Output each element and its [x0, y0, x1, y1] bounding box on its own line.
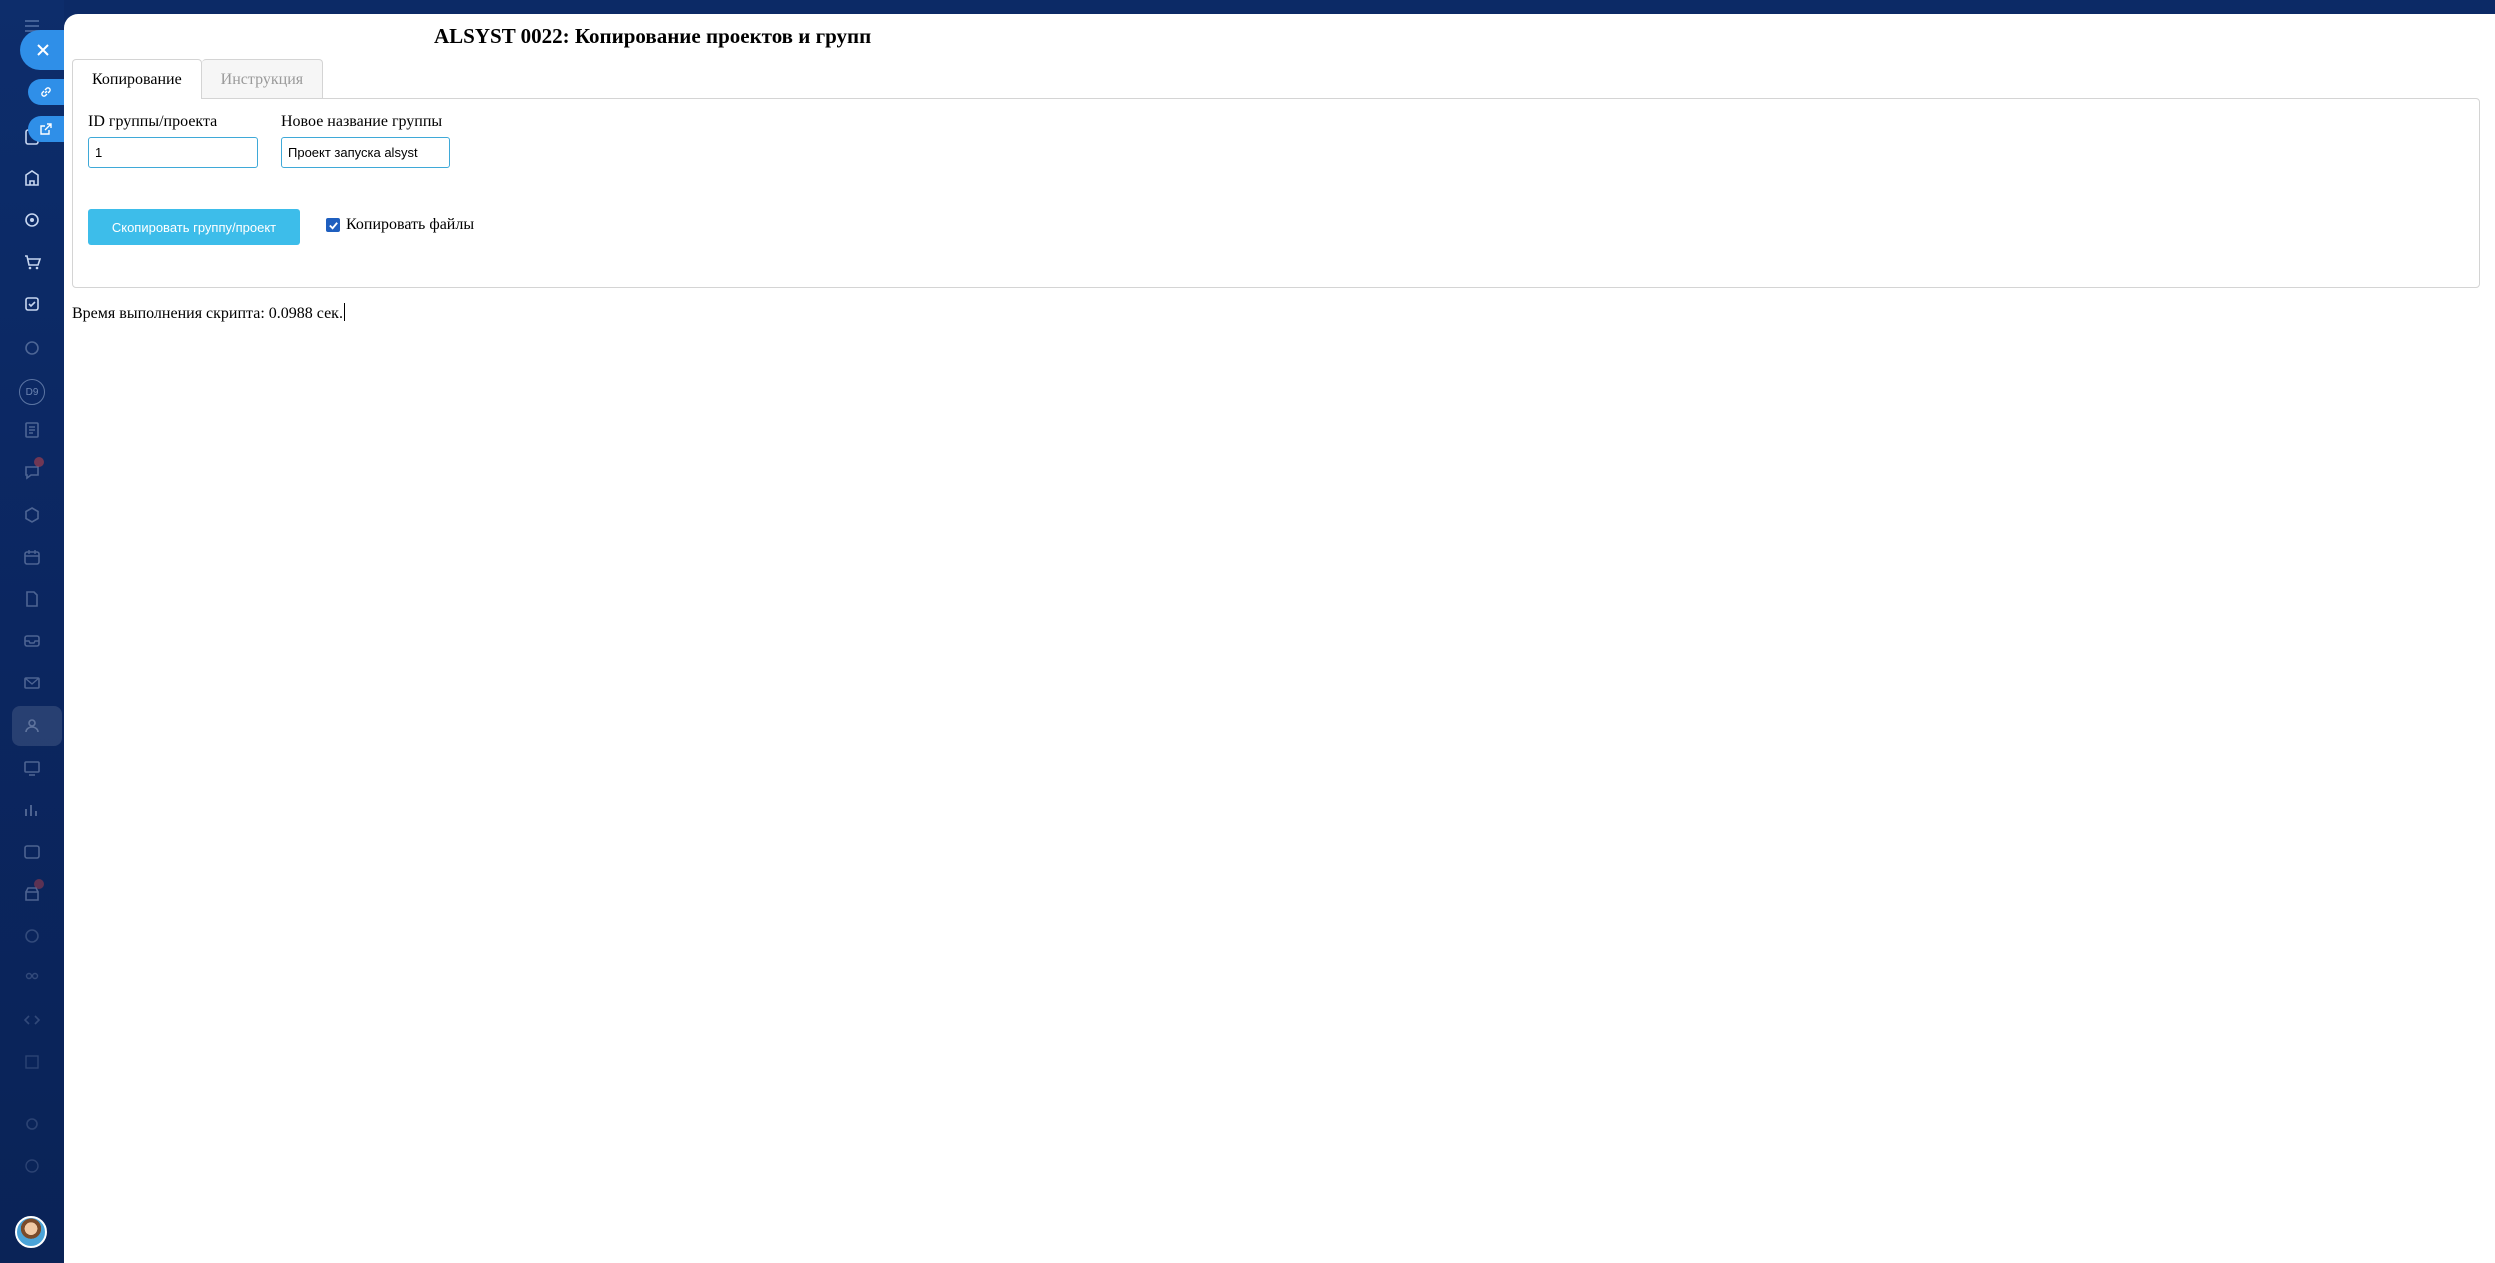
group-id-input[interactable]: [88, 137, 258, 168]
external-link-icon: [40, 123, 52, 135]
d9-badge-icon[interactable]: D9: [19, 379, 45, 405]
user-avatar[interactable]: [15, 1216, 47, 1248]
inbox-icon[interactable]: [20, 629, 44, 653]
news-icon[interactable]: [20, 418, 44, 442]
hexagon-icon[interactable]: [20, 503, 44, 527]
new-name-field: Новое название группы: [281, 113, 450, 168]
tab-bar: Копирование Инструкция: [72, 59, 324, 99]
add-icon[interactable]: [20, 1154, 44, 1178]
left-sidebar: D9: [0, 0, 64, 1263]
copy-link-button[interactable]: [28, 79, 64, 105]
shop-badge: [34, 879, 44, 889]
grid-icon[interactable]: [20, 1050, 44, 1074]
new-name-label: Новое название группы: [281, 113, 443, 130]
mail-icon[interactable]: [20, 671, 44, 695]
code-icon[interactable]: [20, 1008, 44, 1032]
building-icon[interactable]: [20, 166, 44, 190]
execution-time-text: Время выполнения скрипта: 0.0988 сек.: [72, 303, 345, 323]
copy-files-checkbox[interactable]: [326, 218, 340, 232]
target-icon[interactable]: [20, 208, 44, 232]
close-icon: [37, 44, 49, 56]
copy-form-panel: ID группы/проекта Новое название группы …: [72, 98, 2480, 288]
group-id-field: ID группы/проекта: [88, 113, 258, 168]
content-slider: ALSYST 0022: Копирование проектов и груп…: [64, 14, 2495, 1263]
users-icon[interactable]: [20, 714, 44, 738]
calendar-icon[interactable]: [20, 545, 44, 569]
checkmark-icon: [328, 221, 338, 230]
file-icon[interactable]: [20, 587, 44, 611]
copy-files-option[interactable]: Копировать файлы: [326, 216, 474, 234]
execution-time-value: Время выполнения скрипта: 0.0988 сек.: [72, 305, 343, 322]
copy-files-label: Копировать файлы: [346, 216, 475, 233]
text-caret: [343, 303, 345, 321]
page-title: ALSYST 0022: Копирование проектов и груп…: [434, 24, 872, 48]
tasks-icon[interactable]: [20, 292, 44, 316]
group-id-label: ID группы/проекта: [88, 113, 218, 130]
help-icon[interactable]: [20, 924, 44, 948]
new-name-input[interactable]: [281, 137, 450, 168]
chat-badge: [34, 457, 44, 467]
settings-icon[interactable]: [20, 1112, 44, 1136]
tab-instructions[interactable]: Инструкция: [201, 59, 324, 99]
link-icon: [41, 87, 51, 97]
group-icon[interactable]: [20, 966, 44, 990]
copy-group-button[interactable]: Скопировать группу/проект: [88, 209, 300, 245]
cart-icon[interactable]: [20, 250, 44, 274]
open-new-window-button[interactable]: [28, 116, 64, 142]
monitor-icon[interactable]: [20, 756, 44, 780]
analytics-icon[interactable]: [20, 798, 44, 822]
robot-icon[interactable]: [20, 336, 44, 360]
tab-copying[interactable]: Копирование: [72, 59, 202, 99]
gallery-icon[interactable]: [20, 840, 44, 864]
